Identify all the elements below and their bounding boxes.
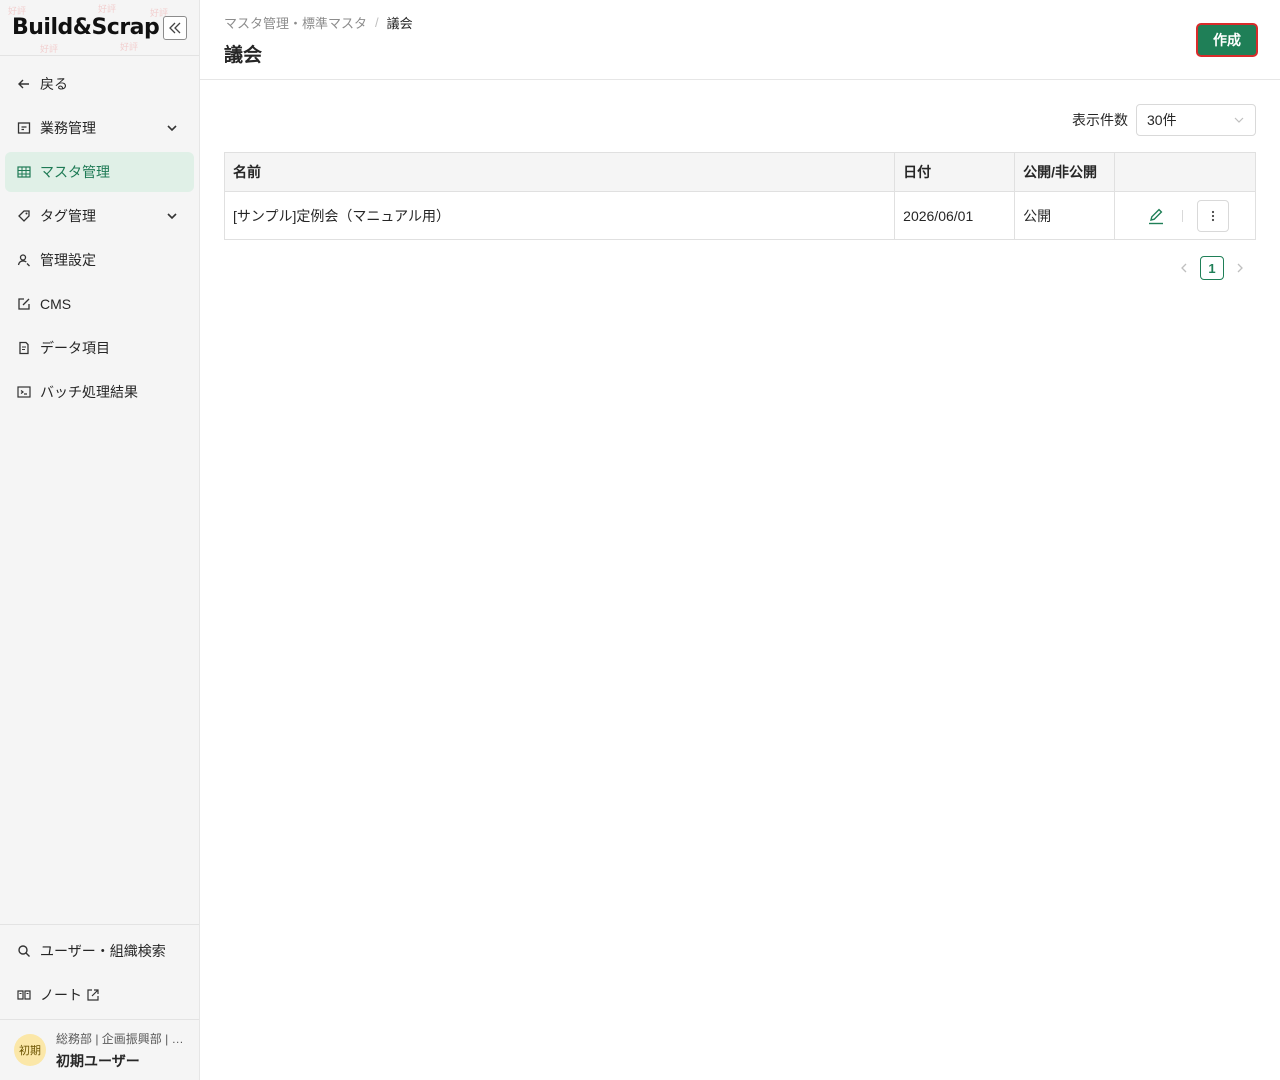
sidebar-item-label: 戻る <box>40 76 68 92</box>
sidebar-item-back[interactable]: 戻る <box>5 64 194 104</box>
sidebar-item-batch-results[interactable]: バッチ処理結果 <box>5 372 194 412</box>
user-profile[interactable]: 初期 総務部 | 企画振興部 | 情報政策課 初期ユーザー <box>0 1019 199 1080</box>
page-header: マスタ管理・標準マスタ / 議会 議会 作成 <box>200 0 1280 80</box>
sidebar-item-master[interactable]: マスタ管理 <box>5 152 194 192</box>
more-actions-button[interactable] <box>1197 199 1229 232</box>
search-icon <box>18 945 30 957</box>
sidebar-bottom-nav: ユーザー・組織検索 ノート <box>0 924 199 1019</box>
sidebar-item-label: タグ管理 <box>40 208 96 224</box>
breadcrumb: マスタ管理・標準マスタ / 議会 <box>224 13 413 32</box>
edit-icon <box>18 298 30 310</box>
page-title: 議会 <box>224 44 263 66</box>
avatar: 初期 <box>14 1034 46 1066</box>
sidebar-item-label: CMS <box>40 296 72 312</box>
logo-row: 好評 好評 好評 好評 好評 Build&Scrap <box>0 0 199 56</box>
sidebar-item-data-fields[interactable]: データ項目 <box>5 328 194 368</box>
breadcrumb-current: 議会 <box>386 15 413 31</box>
breadcrumb-item[interactable]: マスタ管理・標準マスタ <box>224 13 367 32</box>
sidebar-item-notes[interactable]: ノート <box>5 975 194 1015</box>
svg-text:好評: 好評 <box>120 41 138 52</box>
column-header-visibility: 公開/非公開 <box>1014 152 1116 192</box>
user-organization: 総務部 | 企画振興部 | 情報政策課 <box>56 1031 184 1046</box>
column-header-date: 日付 <box>894 152 1016 192</box>
cell-visibility: 公開 <box>1014 191 1116 240</box>
external-link-icon <box>87 989 99 1001</box>
table-header-row: 名前 日付 公開/非公開 <box>224 152 1256 192</box>
table-row[interactable]: [サンプル]定例会（マニュアル用） 2026/06/01 公開 <box>224 191 1256 240</box>
header-titles: マスタ管理・標準マスタ / 議会 議会 <box>224 13 413 67</box>
data-table: 名前 日付 公開/非公開 [サンプル]定例会（マニュアル用） 2026/06/0… <box>224 152 1256 240</box>
sidebar-item-label: 管理設定 <box>40 252 96 268</box>
sidebar-item-label: マスタ管理 <box>40 164 110 180</box>
sidebar-item-tags[interactable]: タグ管理 <box>5 196 194 236</box>
tag-icon <box>18 210 30 222</box>
page-number-current[interactable]: 1 <box>1200 256 1224 280</box>
sidebar-nav: 戻る 業務管理 マスタ管理 タグ管理 管理設定 CMS データ項目 バッチ処理結… <box>0 56 199 924</box>
user-info: 総務部 | 企画振興部 | 情報政策課 初期ユーザー <box>56 1030 184 1071</box>
cell-actions <box>1115 192 1256 240</box>
cell-date: 2026/06/01 <box>894 191 1016 240</box>
page-size-select[interactable]: 30件 <box>1136 104 1256 136</box>
user-name: 初期ユーザー <box>56 1052 140 1069</box>
double-chevron-left-icon <box>169 22 181 33</box>
sidebar-item-cms[interactable]: CMS <box>5 284 194 324</box>
chevron-down-icon <box>167 125 177 132</box>
svg-text:好評: 好評 <box>98 3 116 14</box>
table-header: 名前 日付 公開/非公開 <box>224 152 1256 192</box>
sidebar-item-user-search[interactable]: ユーザー・組織検索 <box>5 931 194 971</box>
user-settings-icon <box>17 254 30 267</box>
table-icon <box>17 166 31 178</box>
create-button[interactable]: 作成 <box>1196 22 1258 57</box>
terminal-icon <box>17 386 31 398</box>
chevron-left-icon <box>1181 263 1187 273</box>
column-header-actions <box>1115 153 1256 192</box>
next-page-button[interactable] <box>1228 256 1252 280</box>
edit-button[interactable] <box>1144 204 1168 228</box>
svg-text:好評: 好評 <box>40 43 58 54</box>
row-actions <box>1123 199 1247 232</box>
app-logo: Build&Scrap <box>12 15 160 40</box>
page-size-value: 30件 <box>1147 112 1177 128</box>
action-divider <box>1182 209 1183 222</box>
pencil-icon <box>1149 208 1163 224</box>
chevron-right-icon <box>1237 263 1243 273</box>
sidebar-item-label: 業務管理 <box>40 120 96 136</box>
vertical-ellipsis-icon <box>1211 210 1215 221</box>
sidebar-item-label: ユーザー・組織検索 <box>40 943 166 959</box>
list-section: 表示件数 30件 名前 日付 公開/非公開 [サンプル]定例会（マニュアル用） … <box>200 80 1280 280</box>
arrow-left-icon <box>18 79 29 89</box>
collapse-sidebar-button[interactable] <box>163 15 187 40</box>
briefcase-icon <box>17 122 31 134</box>
sidebar: 好評 好評 好評 好評 好評 Build&Scrap 戻る 業務管理 マスタ管理 <box>0 0 200 1080</box>
book-icon <box>17 990 31 1000</box>
prev-page-button[interactable] <box>1172 256 1196 280</box>
cell-name: [サンプル]定例会（マニュアル用） <box>224 191 896 240</box>
column-header-name: 名前 <box>224 152 896 192</box>
document-icon <box>19 341 29 355</box>
pagination: 1 <box>224 256 1256 280</box>
main-content: マスタ管理・標準マスタ / 議会 議会 作成 表示件数 30件 名前 日付 公開… <box>200 0 1280 1080</box>
page-size-label: 表示件数 <box>1072 112 1128 128</box>
sidebar-item-business[interactable]: 業務管理 <box>5 108 194 148</box>
chevron-down-icon <box>167 213 177 220</box>
sidebar-item-label: データ項目 <box>40 340 110 356</box>
chevron-down-icon <box>1234 117 1244 123</box>
sidebar-item-label: ノート <box>40 987 82 1003</box>
sidebar-item-label: バッチ処理結果 <box>40 384 138 400</box>
breadcrumb-separator: / <box>375 14 379 30</box>
table-toolbar: 表示件数 30件 <box>224 104 1256 136</box>
sidebar-item-admin[interactable]: 管理設定 <box>5 240 194 280</box>
